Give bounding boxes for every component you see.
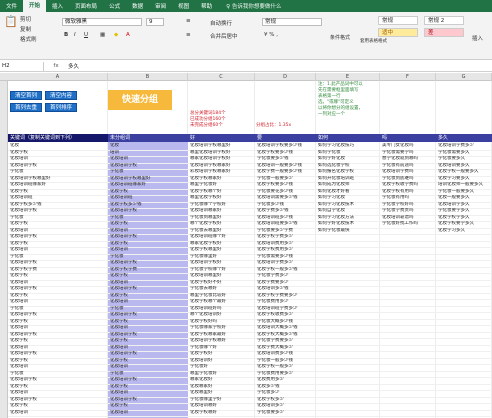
column-header-E[interactable]: E xyxy=(316,73,380,81)
column-header-G[interactable]: G xyxy=(436,73,492,81)
table-cell[interactable]: 化妆学习多久 xyxy=(436,228,492,235)
ribbon-tab[interactable]: 公式 xyxy=(103,2,126,10)
dedupe-first-column-button[interactable]: 首列去重 xyxy=(10,103,42,112)
ribbon-tab[interactable]: 数据 xyxy=(126,2,149,10)
font-color-icon[interactable]: A xyxy=(126,32,130,38)
align-top-icon[interactable]: ≡ xyxy=(186,18,191,24)
copy-button[interactable]: 复制 xyxy=(20,25,31,33)
merge-center-button[interactable]: 合并后居中 xyxy=(210,32,238,40)
wrap-text-button[interactable]: 自动换行 xyxy=(210,19,232,27)
underline-icon[interactable]: U xyxy=(84,32,88,38)
bold-icon[interactable]: B xyxy=(64,32,68,38)
keyword-header-row: 关键词（复制关键词到下列） 未分组词好要如何吗多久 xyxy=(8,134,492,142)
cut-button[interactable]: 剪切 xyxy=(20,15,31,23)
insert-button[interactable]: 插入 xyxy=(472,34,483,42)
header-cell[interactable]: 未分组词 xyxy=(108,134,188,142)
instruction-line-6: 一列对应一个 xyxy=(318,112,345,117)
italic-icon[interactable]: I xyxy=(74,32,76,38)
sheet-grid: 清空首列 清空内容 首列去重 首列排序 快速分组 总分关键词184个 已成功分组… xyxy=(0,81,492,418)
header-cell[interactable]: 关键词（复制关键词到下列） xyxy=(8,134,108,142)
conditional-format-button[interactable]: 条件格式 xyxy=(330,34,350,41)
style-bad[interactable]: 差 xyxy=(424,28,464,37)
table-cell[interactable]: 化妆培训 xyxy=(108,410,188,417)
ribbon-tab[interactable]: 开始 xyxy=(23,0,47,12)
tell-me-search[interactable]: ♀ 告诉我你想要做什么 xyxy=(226,2,281,10)
border-icon[interactable]: ▦ xyxy=(100,32,105,38)
column-header-C[interactable]: C xyxy=(188,73,255,81)
style-normal[interactable]: 常规 xyxy=(378,16,418,25)
formula-bar: H2 fx 多久 xyxy=(0,61,492,72)
style-normal-2[interactable]: 常规 2 xyxy=(424,16,464,25)
fill-color-icon[interactable]: ◆ xyxy=(114,32,118,38)
ribbon-tab[interactable]: 视图 xyxy=(172,2,195,10)
ribbon-tab[interactable]: 页面布局 xyxy=(69,2,103,10)
column-header-B[interactable]: B xyxy=(108,73,188,81)
column-headers: ABCDEFG xyxy=(0,73,492,81)
header-cell[interactable]: 多久 xyxy=(436,134,492,142)
clear-first-column-button[interactable]: 清空首列 xyxy=(10,91,42,100)
font-name-select[interactable]: 微软雅黑 xyxy=(62,18,142,26)
ribbon-tab[interactable]: 审阅 xyxy=(149,2,172,10)
ribbon-tab[interactable]: 文件 xyxy=(0,2,23,10)
column-header-F[interactable]: F xyxy=(380,73,436,81)
number-format-select[interactable]: 常规 xyxy=(262,18,322,26)
ribbon-tab[interactable]: 插入 xyxy=(46,2,69,10)
column-header-D[interactable]: D xyxy=(255,73,316,81)
table-cell[interactable]: 学化妆好找工作吗 xyxy=(380,221,436,228)
table-cell[interactable]: 如何学化妆最快 xyxy=(316,228,380,235)
format-painter-button[interactable]: 格式刷 xyxy=(20,35,37,43)
sort-first-column-button[interactable]: 首列排序 xyxy=(45,103,77,112)
table-cell[interactable]: 学化妆要多少 xyxy=(255,410,316,417)
ungrouped-note: 未完成分组60个 xyxy=(190,123,223,128)
ribbon-tab[interactable]: 帮助 xyxy=(195,2,218,10)
fx-icon[interactable]: fx xyxy=(44,63,68,69)
ribbon-tab-bar: 文件 开始 插入 页面布局 公式 数据 审阅 视图 帮助 ♀ 告诉我你想要做什么 xyxy=(0,0,492,12)
table-cell[interactable]: 化妆学校哪好 xyxy=(188,410,255,417)
currency-icon[interactable]: ¥ % , xyxy=(264,32,278,38)
quick-group-button[interactable]: 快速分组 xyxy=(108,90,172,110)
row-headers xyxy=(0,81,8,418)
header-cell[interactable]: 要 xyxy=(255,134,316,142)
clear-content-button[interactable]: 清空内容 xyxy=(45,91,77,100)
ribbon-home: 📋 剪切 复制 格式刷 微软雅黑 9 B I U ▦ ◆ A ≡ ≡ 自动换行 … xyxy=(0,12,492,60)
align-left-icon[interactable]: ≡ xyxy=(186,32,191,38)
formula-input[interactable]: 多久 xyxy=(68,62,79,70)
table-format-button[interactable]: 套用表格格式 xyxy=(360,38,387,44)
font-size-select[interactable]: 9 xyxy=(146,18,164,26)
grouped-note: 已成功分组160个 xyxy=(190,117,226,122)
table-cell[interactable]: 化妆培训 xyxy=(8,410,108,417)
header-cell[interactable]: 吗 xyxy=(380,134,436,142)
style-neutral[interactable]: 适中 xyxy=(378,28,418,37)
header-cell[interactable]: 好 xyxy=(188,134,255,142)
column-header-A[interactable]: A xyxy=(8,73,108,81)
group-ratio-note: 分组占比：1.35x xyxy=(256,123,292,128)
header-cell[interactable]: 如何 xyxy=(316,134,380,142)
total-keywords-note: 总分关键词184个 xyxy=(190,111,226,116)
paste-icon[interactable]: 📋 xyxy=(4,15,18,28)
name-box[interactable]: H2 xyxy=(0,61,44,71)
